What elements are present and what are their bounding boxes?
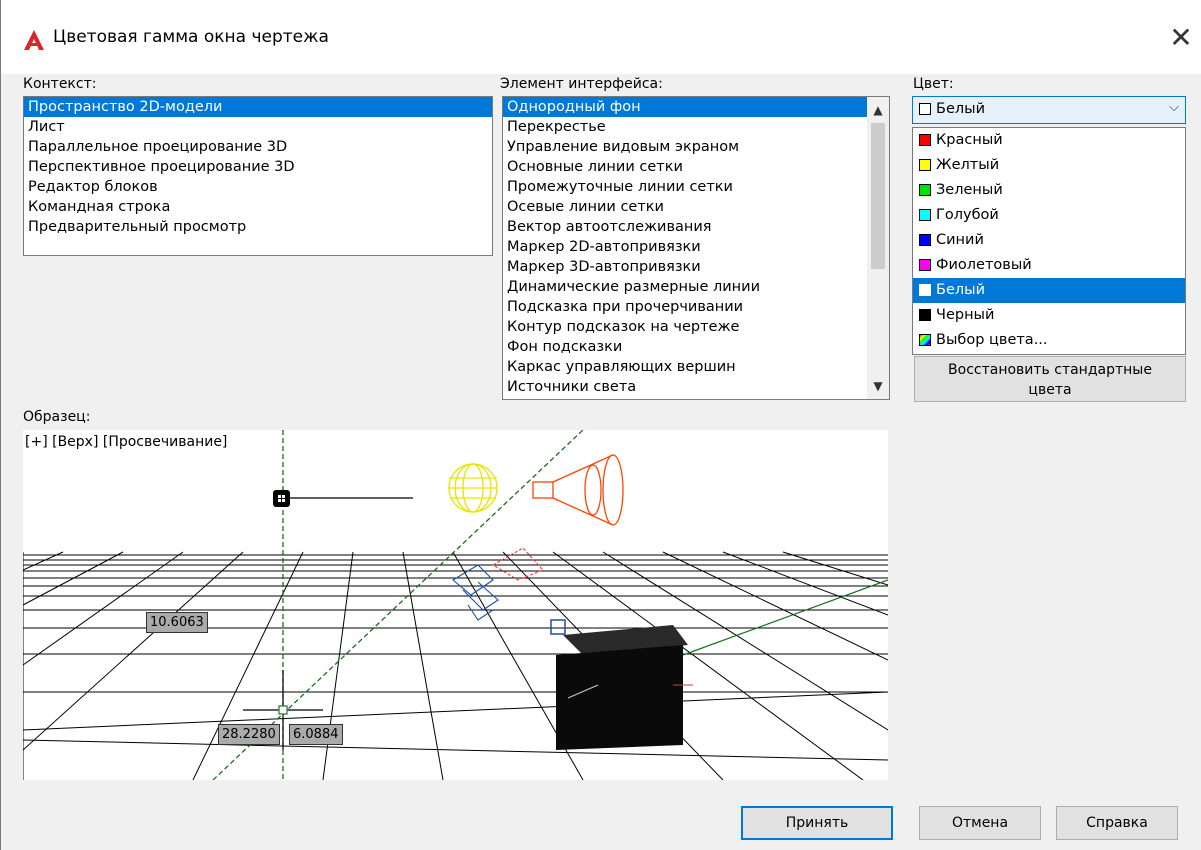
scroll-up-arrow-icon[interactable]: ▲ xyxy=(867,99,889,121)
close-button[interactable]: ✕ xyxy=(1161,18,1201,58)
color-swatch-icon xyxy=(919,334,931,346)
color-select[interactable]: Белый ⌵ xyxy=(912,96,1186,124)
point-light-glyph-icon xyxy=(448,463,498,513)
color-option-label: Выбор цвета... xyxy=(936,332,1048,348)
color-option-label: Черный xyxy=(936,307,995,323)
dynamic-input-y: 6.0884 xyxy=(289,724,343,745)
color-option[interactable]: Красный xyxy=(913,128,1185,153)
interface-element-list-item[interactable]: Маркер 3D-автопривязки xyxy=(503,257,867,277)
context-list-item[interactable]: Предварительный просмотр xyxy=(24,217,492,237)
interface-element-list-item[interactable]: Маркер 2D-автопривязки xyxy=(503,237,867,257)
dynamic-input-x: 28.2280 xyxy=(218,724,280,745)
color-option[interactable]: Черный xyxy=(913,303,1185,328)
scroll-down-arrow-icon[interactable]: ▼ xyxy=(867,375,889,397)
context-list-item[interactable]: Командная строка xyxy=(24,197,492,217)
preview-scene xyxy=(23,430,888,780)
autosnap-marker-icon xyxy=(550,619,566,635)
color-swatch-icon xyxy=(919,134,931,146)
preview-label: Образец: xyxy=(23,409,91,425)
color-option-label: Белый xyxy=(936,282,986,298)
color-option-label: Синий xyxy=(936,232,984,248)
restore-defaults-button[interactable]: Восстановить стандартные цвета xyxy=(914,356,1186,402)
interface-element-list-item[interactable]: Промежуточные линии сетки xyxy=(503,177,867,197)
context-label: Контекст: xyxy=(23,76,97,92)
dynamic-input-length: 10.6063 xyxy=(146,612,208,633)
title-bar: Цветовая гамма окна чертежа ✕ xyxy=(1,0,1201,74)
color-option-label: Желтый xyxy=(936,157,1000,173)
color-swatch-icon xyxy=(919,234,931,246)
color-swatch-icon xyxy=(919,159,931,171)
color-option[interactable]: Желтый xyxy=(913,153,1185,178)
context-list-item[interactable]: Перспективное проецирование 3D xyxy=(24,157,492,177)
cancel-button[interactable]: Отмена xyxy=(919,806,1041,840)
context-list-item[interactable]: Параллельное проецирование 3D xyxy=(24,137,492,157)
light-target-glyph-icon xyxy=(491,547,544,581)
white-swatch-icon xyxy=(919,103,931,115)
color-swatch-icon xyxy=(919,309,931,321)
interface-element-list-item[interactable]: Подсказка при прочерчивании xyxy=(503,297,867,317)
context-listbox[interactable]: Пространство 2D-модели Лист Параллельное п… xyxy=(23,96,493,256)
interface-element-list-item[interactable]: Вектор автоотслеживания xyxy=(503,217,867,237)
color-swatch-icon xyxy=(919,184,931,196)
viewport-control-icon[interactable] xyxy=(273,490,290,507)
color-option[interactable]: Фиолетовый xyxy=(913,253,1185,278)
interface-element-scrollbar[interactable]: ▲ ▼ xyxy=(867,97,889,399)
interface-element-list-item[interactable]: Динамические размерные линии xyxy=(503,277,867,297)
interface-element-list-item[interactable]: Осевые линии сетки xyxy=(503,197,867,217)
camera-glyph-icon xyxy=(452,564,499,621)
cube-front-face xyxy=(556,645,683,750)
color-swatch-icon xyxy=(919,284,931,296)
color-label: Цвет: xyxy=(913,76,954,92)
color-option[interactable]: Синий xyxy=(913,228,1185,253)
color-option-label: Зеленый xyxy=(936,182,1003,198)
grid-lines xyxy=(23,551,888,780)
color-dropdown-list: Красный Желтый Зеленый Голубой Синий Фиолетов… xyxy=(912,127,1186,355)
interface-element-list-item[interactable]: Управление видовым экраном xyxy=(503,137,867,157)
context-list-item[interactable]: Редактор блоков xyxy=(24,177,492,197)
color-scheme-dialog: Цветовая гамма окна чертежа ✕ Контекст: … xyxy=(0,0,1201,850)
accept-button[interactable]: Принять xyxy=(741,806,893,840)
spotlight-glyph-icon xyxy=(532,454,624,526)
color-option[interactable]: Зеленый xyxy=(913,178,1185,203)
color-swatch-icon xyxy=(919,259,931,271)
interface-element-list-item[interactable]: Основные линии сетки xyxy=(503,157,867,177)
interface-element-listbox[interactable]: Однородный фон Перекрестье Управление видо… xyxy=(502,96,890,400)
color-option-label: Голубой xyxy=(936,207,999,223)
interface-element-list-item[interactable]: Источники света xyxy=(503,377,867,397)
crosshair-pickbox-icon xyxy=(278,705,288,715)
color-option[interactable]: Голубой xyxy=(913,203,1185,228)
color-option[interactable]: Выбор цвета... xyxy=(913,328,1185,353)
preview-viewport: [+] [Верх] [Просвечивание] 10.6063 28.22… xyxy=(23,430,888,780)
context-list-item[interactable]: Пространство 2D-модели xyxy=(24,97,492,117)
interface-element-list-item[interactable]: Контур подсказок на чертеже xyxy=(503,317,867,337)
interface-element-label: Элемент интерфейса: xyxy=(500,76,663,92)
help-button[interactable]: Справка xyxy=(1056,806,1178,840)
scrollbar-thumb[interactable] xyxy=(871,123,885,269)
context-list-item[interactable]: Лист xyxy=(24,117,492,137)
color-swatch-icon xyxy=(919,209,931,221)
window-title: Цветовая гамма окна чертежа xyxy=(53,27,329,47)
interface-element-list-item[interactable]: Каркас управляющих вершин xyxy=(503,357,867,377)
color-option-label: Красный xyxy=(936,132,1003,148)
interface-element-list-item[interactable]: Перекрестье xyxy=(503,117,867,137)
color-option[interactable]: Белый xyxy=(913,278,1185,303)
color-option-label: Фиолетовый xyxy=(936,257,1032,273)
chevron-down-icon: ⌵ xyxy=(1169,100,1179,115)
green-axis-line xyxy=(682,579,888,656)
interface-element-list-item[interactable]: Фон подсказки xyxy=(503,337,867,357)
viewport-label[interactable]: [+] [Верх] [Просвечивание] xyxy=(25,434,227,450)
color-select-value: Белый xyxy=(936,101,986,117)
interface-element-list-item[interactable]: Однородный фон xyxy=(503,97,867,117)
autocad-logo-icon xyxy=(24,30,44,50)
